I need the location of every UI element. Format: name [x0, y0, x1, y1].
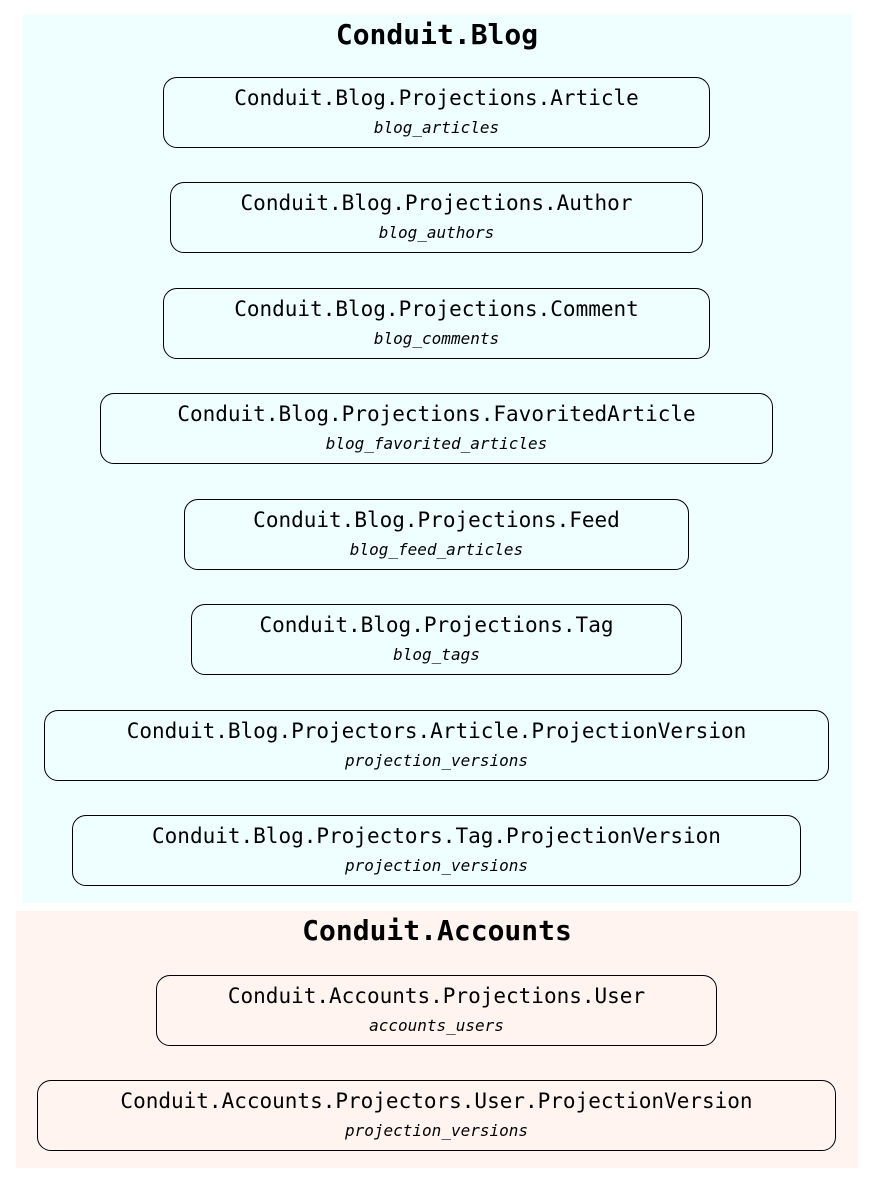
node-module-name: Conduit.Blog.Projections.Author: [240, 191, 633, 215]
cluster-conduit-accounts: Conduit.Accounts Conduit.Accounts.Projec…: [16, 911, 858, 1168]
node-accounts-projectors-user-projection-version[interactable]: Conduit.Accounts.Projectors.User.Project…: [37, 1080, 836, 1151]
cluster-title: Conduit.Blog: [335, 18, 539, 51]
node-blog-projectors-tag-projection-version[interactable]: Conduit.Blog.Projectors.Tag.ProjectionVe…: [72, 815, 801, 886]
node-module-name: Conduit.Blog.Projectors.Article.Projecti…: [126, 719, 747, 743]
node-blog-projections-favorited-article[interactable]: Conduit.Blog.Projections.FavoritedArticl…: [100, 393, 773, 464]
node-module-name: Conduit.Blog.Projectors.Tag.ProjectionVe…: [152, 824, 721, 848]
node-blog-projections-feed[interactable]: Conduit.Blog.Projections.Feed blog_feed_…: [184, 499, 689, 570]
node-table-name: projection_versions: [344, 751, 529, 770]
node-module-name: Conduit.Blog.Projections.Tag: [259, 613, 614, 637]
node-table-name: blog_articles: [373, 118, 500, 137]
node-module-name: Conduit.Accounts.Projections.User: [227, 984, 646, 1008]
cluster-conduit-blog: Conduit.Blog Conduit.Blog.Projections.Ar…: [22, 15, 852, 903]
node-table-name: projection_versions: [344, 1121, 529, 1140]
node-module-name: Conduit.Blog.Projections.FavoritedArticl…: [177, 402, 696, 426]
node-table-name: accounts_users: [369, 1016, 504, 1035]
node-table-name: blog_feed_articles: [349, 540, 524, 559]
node-blog-projections-tag[interactable]: Conduit.Blog.Projections.Tag blog_tags: [191, 604, 682, 675]
node-module-name: Conduit.Blog.Projections.Article: [234, 86, 639, 110]
node-accounts-projections-user[interactable]: Conduit.Accounts.Projections.User accoun…: [156, 975, 717, 1046]
node-blog-projections-author[interactable]: Conduit.Blog.Projections.Author blog_aut…: [170, 182, 703, 253]
node-table-name: projection_versions: [344, 856, 529, 875]
node-blog-projections-article[interactable]: Conduit.Blog.Projections.Article blog_ar…: [163, 77, 710, 148]
node-blog-projections-comment[interactable]: Conduit.Blog.Projections.Comment blog_co…: [163, 288, 710, 359]
node-table-name: blog_authors: [378, 223, 495, 242]
node-module-name: Conduit.Blog.Projections.Comment: [234, 297, 639, 321]
node-module-name: Conduit.Blog.Projections.Feed: [253, 508, 620, 532]
node-table-name: blog_comments: [373, 329, 500, 348]
cluster-title: Conduit.Accounts: [302, 914, 572, 947]
node-blog-projectors-article-projection-version[interactable]: Conduit.Blog.Projectors.Article.Projecti…: [44, 710, 829, 781]
node-table-name: blog_tags: [393, 645, 480, 664]
node-module-name: Conduit.Accounts.Projectors.User.Project…: [120, 1089, 753, 1113]
node-table-name: blog_favorited_articles: [325, 434, 548, 453]
